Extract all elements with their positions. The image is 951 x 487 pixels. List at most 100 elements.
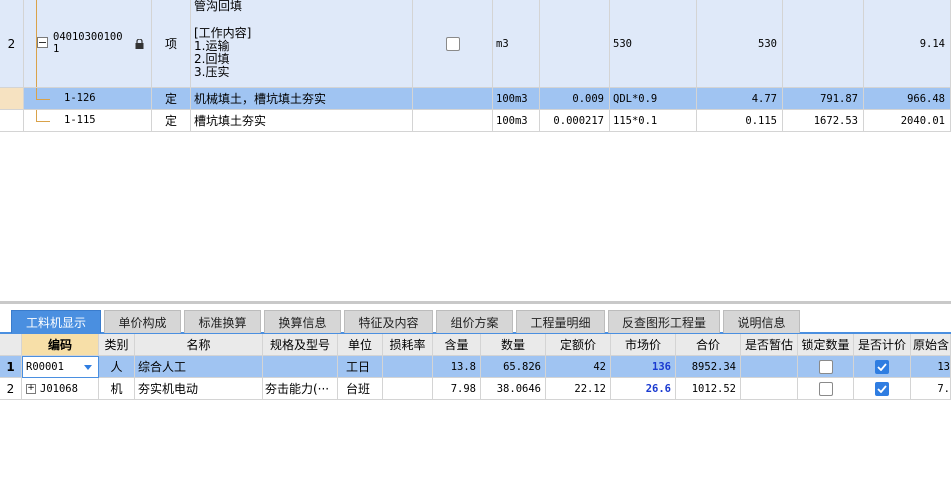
tab-standard-conversion[interactable]: 标准换算 xyxy=(184,310,261,333)
detail-tabbar: 工料机显示 单价构成 标准换算 换算信息 特征及内容 组价方案 工程量明细 反查… xyxy=(0,304,951,334)
market-price-cell[interactable]: 136 xyxy=(611,356,676,378)
col-header-code[interactable]: 编码 xyxy=(22,334,99,356)
item-checkbox[interactable] xyxy=(445,36,460,51)
code-cell[interactable]: 04010300100 1 xyxy=(24,0,152,88)
content-cell[interactable]: 7.98 xyxy=(433,378,481,400)
content-cell[interactable]: 0.009 xyxy=(540,88,610,110)
checkmark-icon xyxy=(877,362,887,371)
provisional-cell[interactable] xyxy=(741,356,798,378)
qty-expr-cell[interactable]: 115*0.1 xyxy=(610,110,697,132)
resource-row[interactable]: 2 + J01068 机 夯实机电动 夯击能力(··· 台班 7.98 38.0… xyxy=(0,378,951,400)
flag-cell[interactable] xyxy=(413,0,493,88)
resource-row[interactable]: 1 R00001 人 综合人工 工日 13.8 65.826 42 136 89… xyxy=(0,356,951,378)
lock-qty-cell[interactable] xyxy=(798,356,854,378)
qty-cell[interactable]: 0.115 xyxy=(697,110,783,132)
bill-item-row[interactable]: 2 04010300100 1 项 管沟回填 [工作内容] 1.运输 2.回填 … xyxy=(0,0,951,88)
lock-icon xyxy=(135,38,144,52)
code-cell[interactable]: + J01068 xyxy=(22,378,99,400)
is-priced-cell[interactable] xyxy=(854,356,911,378)
market-price-cell[interactable]: 26.6 xyxy=(611,378,676,400)
total-cell: 8952.34 xyxy=(676,356,741,378)
col-header-quota-price[interactable]: 定额价 xyxy=(546,334,611,356)
flag-cell[interactable] xyxy=(413,88,493,110)
col-header-loss-rate[interactable]: 损耗率 xyxy=(383,334,433,356)
resource-code: R00001 xyxy=(26,361,64,373)
col-header-original-content[interactable]: 原始含 xyxy=(911,334,951,356)
col-header-is-priced[interactable]: 是否计价 xyxy=(854,334,911,356)
total-cell[interactable]: 966.48 xyxy=(864,88,951,110)
col-header-content[interactable]: 含量 xyxy=(433,334,481,356)
total-cell[interactable]: 9.14 xyxy=(864,0,951,88)
original-content-cell: 13 xyxy=(911,356,951,378)
is-priced-checkbox[interactable] xyxy=(875,381,889,396)
unit-cell: 100m3 xyxy=(493,110,540,132)
is-priced-checkbox[interactable] xyxy=(875,359,889,374)
col-header-market-price[interactable]: 市场价 xyxy=(611,334,676,356)
tree-line xyxy=(36,110,37,121)
code-editor[interactable]: R00001 xyxy=(22,356,99,378)
col-header-unit[interactable]: 单位 xyxy=(338,334,383,356)
code-cell[interactable]: 1-115 xyxy=(24,110,152,132)
total-cell[interactable]: 2040.01 xyxy=(864,110,951,132)
tab-unit-price-composition[interactable]: 单价构成 xyxy=(104,310,181,333)
checkmark-icon xyxy=(877,384,887,393)
lock-qty-cell[interactable] xyxy=(798,378,854,400)
col-header-lock-qty[interactable]: 锁定数量 xyxy=(798,334,854,356)
col-header-name[interactable]: 名称 xyxy=(135,334,263,356)
col-header-category[interactable]: 类别 xyxy=(99,334,135,356)
unit-price-cell[interactable]: 1672.53 xyxy=(783,110,864,132)
unit-cell: 100m3 xyxy=(493,88,540,110)
lock-qty-checkbox[interactable] xyxy=(818,359,833,374)
loss-rate-cell[interactable] xyxy=(383,356,433,378)
content-cell[interactable]: 13.8 xyxy=(433,356,481,378)
qty-cell[interactable]: 4.77 xyxy=(697,88,783,110)
tab-features-content[interactable]: 特征及内容 xyxy=(344,310,433,333)
name-cell[interactable]: 管沟回填 [工作内容] 1.运输 2.回填 3.压实 xyxy=(191,0,413,88)
tab-labor-material-machine[interactable]: 工料机显示 xyxy=(11,310,101,333)
quantity-cell[interactable]: 65.826 xyxy=(481,356,546,378)
tab-reverse-graphic-quantity[interactable]: 反查图形工程量 xyxy=(608,310,720,333)
spec-cell[interactable]: 夯击能力(··· xyxy=(263,378,338,400)
spec-cell[interactable] xyxy=(263,356,338,378)
original-content-cell: 7. xyxy=(911,378,951,400)
row-index xyxy=(0,88,24,110)
header-corner xyxy=(0,334,22,356)
row-index: 2 xyxy=(0,378,22,400)
col-header-quantity[interactable]: 数量 xyxy=(481,334,546,356)
qty-cell[interactable]: 530 xyxy=(697,0,783,88)
tab-description[interactable]: 说明信息 xyxy=(723,310,800,333)
collapse-icon[interactable] xyxy=(37,37,48,48)
unit-price-cell[interactable] xyxy=(783,0,864,88)
quota-row[interactable]: 1-115 定 槽坑填土夯实 100m3 0.000217 115*0.1 0.… xyxy=(0,110,951,132)
col-header-spec[interactable]: 规格及型号 xyxy=(263,334,338,356)
is-priced-cell[interactable] xyxy=(854,378,911,400)
qty-expr-cell[interactable]: QDL*0.9 xyxy=(610,88,697,110)
tab-conversion-info[interactable]: 换算信息 xyxy=(264,310,341,333)
quota-price-cell: 42 xyxy=(546,356,611,378)
tab-quantity-detail[interactable]: 工程量明细 xyxy=(516,310,605,333)
loss-rate-cell[interactable] xyxy=(383,378,433,400)
type-cell: 定 xyxy=(152,110,191,132)
code-line2: 1 xyxy=(53,43,60,55)
quota-row[interactable]: 1-126 ··· 定 机械填土，槽坑填土夯实 100m3 0.009 QDL*… xyxy=(0,88,951,110)
name-cell[interactable]: 机械填土，槽坑填土夯实 xyxy=(191,88,413,110)
unit-price-cell[interactable]: 791.87 xyxy=(783,88,864,110)
quantity-cell[interactable]: 38.0646 xyxy=(481,378,546,400)
name-cell[interactable]: 综合人工 xyxy=(135,356,263,378)
expand-icon[interactable]: + xyxy=(26,383,36,394)
qty-expr-cell[interactable]: 530 xyxy=(610,0,697,88)
dropdown-arrow-icon[interactable] xyxy=(84,365,92,370)
resource-code: J01068 xyxy=(40,382,78,395)
content-cell[interactable]: 0.000217 xyxy=(540,110,610,132)
flag-cell[interactable] xyxy=(413,110,493,132)
lock-qty-checkbox[interactable] xyxy=(818,381,833,396)
name-cell[interactable]: 槽坑填土夯实 xyxy=(191,110,413,132)
provisional-cell[interactable] xyxy=(741,378,798,400)
name-cell[interactable]: 夯实机电动 xyxy=(135,378,263,400)
col-header-total[interactable]: 合价 xyxy=(676,334,741,356)
tab-pricing-scheme[interactable]: 组价方案 xyxy=(436,310,513,333)
col-header-provisional[interactable]: 是否暂估 xyxy=(741,334,798,356)
name-title: 管沟回填 xyxy=(194,0,243,13)
code-cell[interactable]: 1-126 ··· xyxy=(24,88,152,110)
content-cell[interactable] xyxy=(540,0,610,88)
